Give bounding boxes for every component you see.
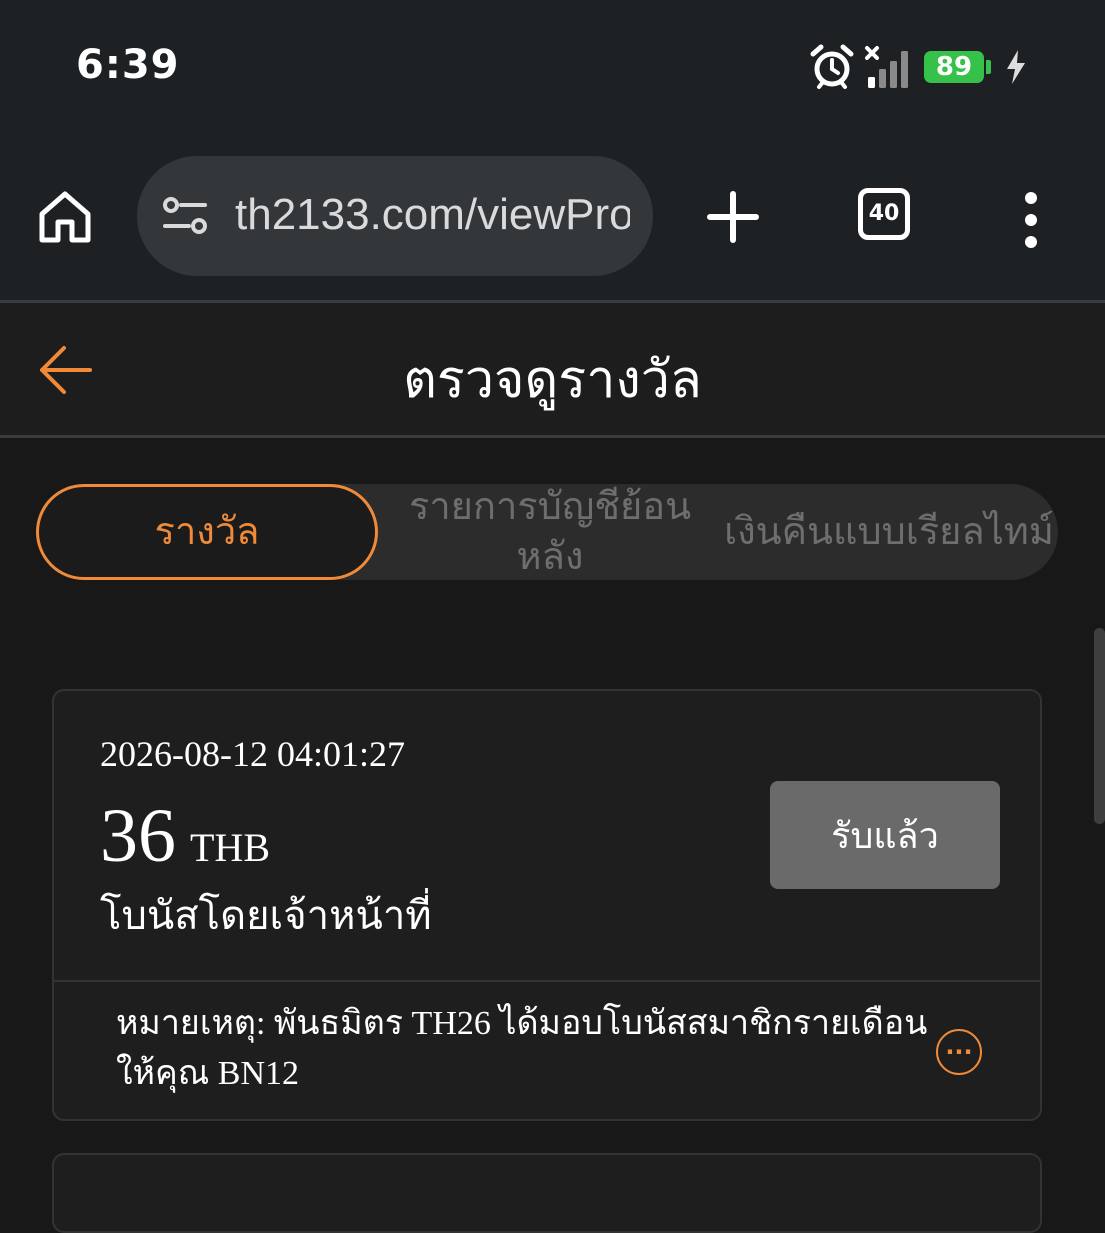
tab-switcher-button[interactable]: 40: [858, 188, 910, 240]
scrollbar[interactable]: [1094, 628, 1105, 824]
card-divider: [54, 980, 1040, 982]
page-title: ตรวจดูรางวัล: [403, 352, 702, 409]
reward-card-next: [52, 1153, 1042, 1233]
tab-history[interactable]: รายการบัญชีย้อนหลัง: [382, 484, 718, 580]
url-text[interactable]: th2133.com/viewPromo: [235, 190, 630, 240]
reward-note: หมายเหตุ: พันธมิตร TH26 ได้มอบโบนัสสมาชิ…: [116, 1005, 928, 1092]
browser-toolbar: th2133.com/viewPromo 40: [0, 150, 1105, 303]
received-button[interactable]: รับแล้ว: [770, 781, 1000, 889]
battery-level: 89: [924, 51, 984, 83]
address-bar[interactable]: th2133.com/viewPromo: [137, 156, 653, 276]
more-options-button[interactable]: ...: [936, 1029, 982, 1075]
reward-card: 2026-08-12 04:01:27 36 THB โบนัสโดยเจ้าหน…: [52, 689, 1042, 1121]
tab-rewards[interactable]: รางวัล: [36, 484, 378, 580]
home-icon[interactable]: [36, 188, 94, 246]
charging-icon: [1007, 50, 1025, 84]
reward-amount: 36: [100, 794, 176, 878]
site-settings-icon[interactable]: [161, 196, 209, 236]
reward-datetime: 2026-08-12 04:01:27: [100, 734, 405, 774]
page-header: ตรวจดูรางวัล: [0, 303, 1105, 438]
reward-tabs: รางวัล รายการบัญชีย้อนหลัง เงินคืนแบบเรี…: [36, 484, 1058, 580]
reward-currency: THB: [190, 825, 270, 870]
reward-amount-row: 36 THB: [100, 793, 270, 880]
battery-icon: 89: [924, 51, 991, 83]
status-time: 6:39: [76, 42, 180, 88]
tab-realtime-cashback[interactable]: เงินคืนแบบเรียลไทม์: [724, 484, 1054, 580]
alarm-icon: [810, 44, 854, 89]
status-bar: 6:39 89: [0, 0, 1105, 150]
reward-type: โบนัสโดยเจ้าหน้าที่: [100, 893, 432, 938]
new-tab-icon[interactable]: [706, 190, 760, 244]
no-signal-icon: [865, 46, 908, 88]
more-menu-icon[interactable]: [1018, 190, 1044, 250]
status-icons: 89: [810, 44, 1027, 90]
